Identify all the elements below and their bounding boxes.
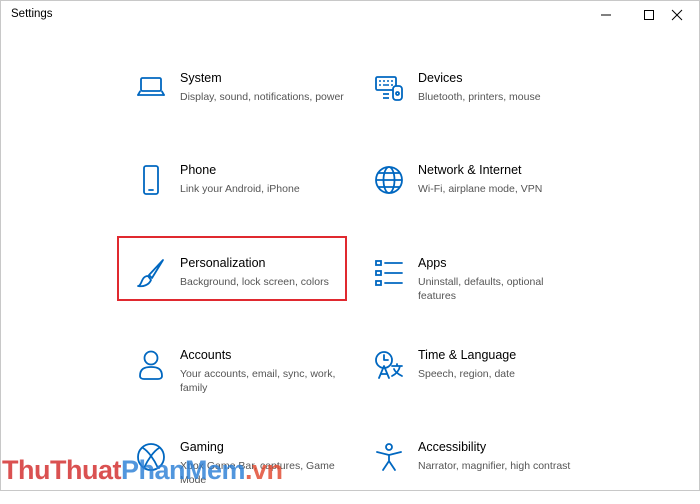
tile-description: Speech, region, date [418,368,515,380]
globe-icon [374,165,404,195]
tile-description: Wi-Fi, airplane mode, VPN [418,183,543,195]
minimize-button[interactable] [583,0,629,30]
settings-tile-network[interactable]: Network & Internet Wi-Fi, airplane mode,… [374,163,590,227]
tile-description: Narrator, magnifier, high contrast [418,460,571,472]
close-button[interactable] [654,0,700,30]
settings-tile-system[interactable]: System Display, sound, notifications, po… [136,71,352,135]
watermark: ThuThuatPhanMem.vn [2,455,283,491]
close-icon [671,9,683,21]
tile-title: Network & Internet [418,163,522,177]
tile-title: Phone [180,163,217,177]
tile-title: Gaming [180,440,224,454]
tile-description: Bluetooth, printers, mouse [418,91,541,103]
tile-title: Time & Language [418,348,517,362]
settings-tile-personalization[interactable]: Personalization Background, lock screen,… [136,256,352,320]
settings-tile-time-language[interactable]: Time & Language Speech, region, date [374,348,590,412]
devices-icon [374,73,404,103]
watermark-part: Thuat [49,455,122,485]
watermark-suffix: .vn [245,455,283,485]
tile-description: Display, sound, notifications, power [180,91,344,103]
laptop-icon [136,73,166,103]
settings-tile-phone[interactable]: Phone Link your Android, iPhone [136,163,352,227]
tile-description: Link your Android, iPhone [180,183,300,195]
minimize-icon [601,14,611,16]
apps-list-icon [374,258,404,288]
tile-title: Apps [418,256,447,270]
time-language-icon [374,350,404,380]
phone-icon [136,165,166,195]
watermark-part: PhanMem [120,455,246,485]
tile-title: System [180,71,222,85]
tile-title: Accessibility [418,440,487,454]
tile-title: Devices [418,71,463,85]
settings-tile-accessibility[interactable]: Accessibility Narrator, magnifier, high … [374,440,590,504]
tile-description: Background, lock screen, colors [180,276,329,288]
paintbrush-icon [136,258,166,288]
settings-tile-apps[interactable]: Apps Uninstall, defaults, optional featu… [374,256,590,320]
title-bar: Settings [0,0,700,30]
tile-title: Personalization [180,256,266,270]
tile-description: Uninstall, defaults, optional features [418,276,544,302]
settings-tile-accounts[interactable]: Accounts Your accounts, email, sync, wor… [136,348,352,412]
settings-tile-devices[interactable]: Devices Bluetooth, printers, mouse [374,71,590,135]
tile-title: Accounts [180,348,232,362]
person-icon [136,350,166,380]
watermark-part: Thu [2,455,50,485]
tile-description: Your accounts, email, sync, work, family [180,368,336,394]
accessibility-icon [374,442,404,472]
window-title: Settings [11,8,53,20]
